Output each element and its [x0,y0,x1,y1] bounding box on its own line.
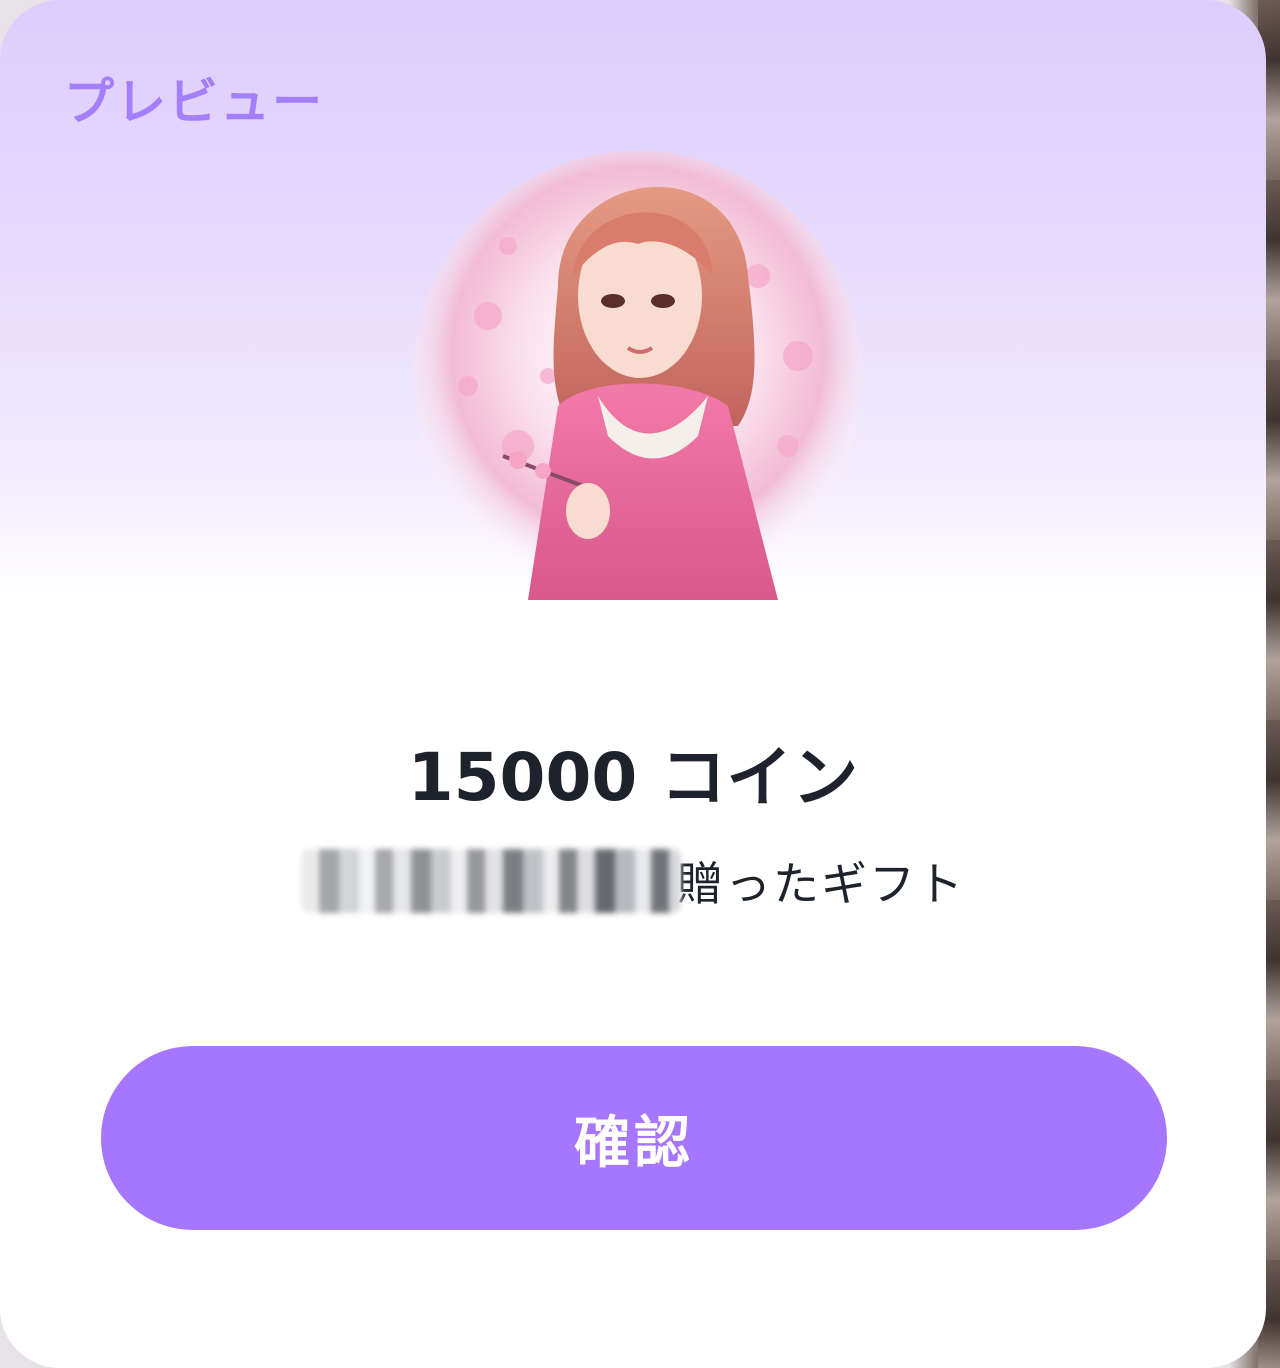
dialog-title: プレビュー [64,73,324,131]
gift-preview-dialog: プレビュー 15000 コイン 贈ったギフト 確認 [0,0,1266,1368]
eye-right [651,294,675,308]
gift-image [413,151,863,600]
eye-left [601,294,625,308]
sender-name-redacted [301,849,681,913]
hand [566,483,610,539]
gift-amount: 15000 コイン [407,739,859,816]
confirm-button[interactable]: 確認 [101,1046,1167,1230]
gift-subtitle: 贈ったギフト [0,846,1266,916]
gift-subtitle-text: 贈ったギフト [677,857,965,911]
